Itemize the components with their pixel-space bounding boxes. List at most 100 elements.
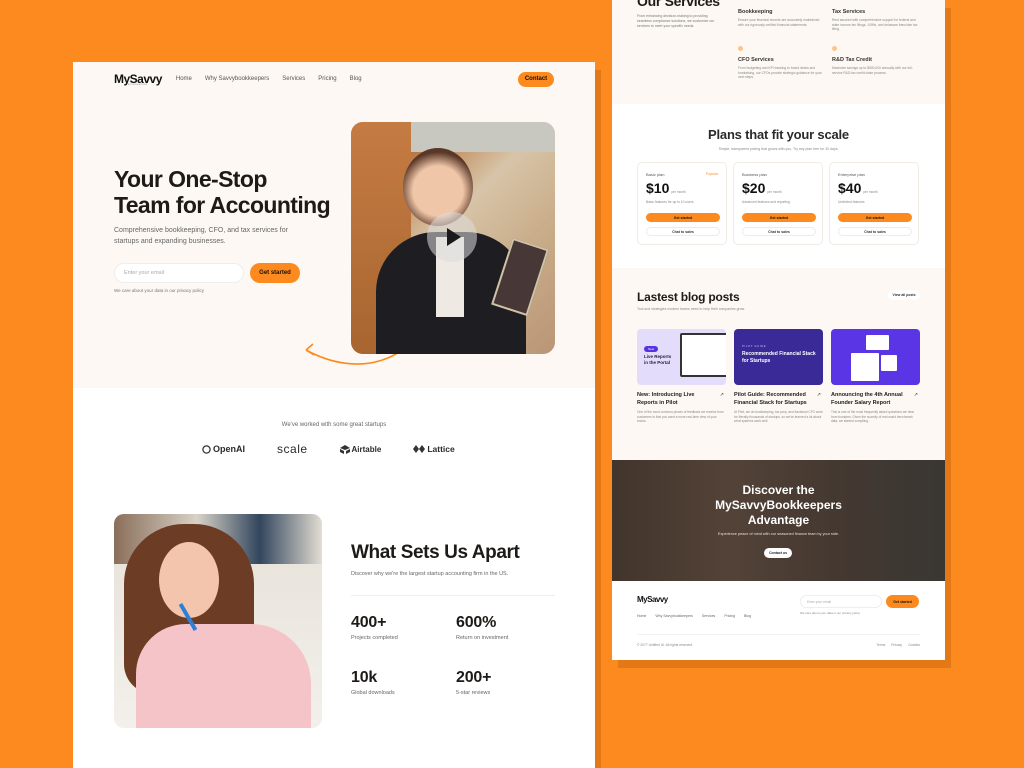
footer-link-pricing[interactable]: Pricing — [724, 614, 735, 618]
blog-post-image: PILOT GUIDE Recommended Financial Stack … — [734, 329, 823, 385]
blog-post-excerpt: One of the most common pieces of feedbac… — [637, 410, 724, 423]
plan-price: $20 per month — [742, 180, 782, 196]
service-item: Bookkeeping Ensure your financial records… — [738, 9, 826, 27]
footer-divider — [637, 634, 920, 635]
footer-logo[interactable]: MySavvy — [637, 595, 668, 604]
footer-get-started-button[interactable]: Get started — [886, 595, 919, 608]
logo-airtable-text: Airtable — [351, 444, 382, 454]
nav-why[interactable]: Why Savvybookkeepers — [205, 76, 269, 82]
image-kicker: PILOT GUIDE — [742, 344, 767, 348]
footer-link-home[interactable]: Home — [637, 614, 646, 618]
donut-chart-card — [881, 355, 897, 371]
stat-value: 200+ — [456, 669, 492, 686]
plan-feature: Unlimited features — [838, 200, 865, 204]
footer-link-services[interactable]: Services — [702, 614, 715, 618]
plan-chat-button[interactable]: Chat to sales — [742, 227, 816, 236]
partners-caption: We've worked with some great startups — [281, 422, 387, 428]
service-text: From budgeting and KPI tracking to board… — [738, 66, 822, 79]
plan-chat-button[interactable]: Chat to sales — [838, 227, 912, 236]
nav-services[interactable]: Services — [282, 76, 305, 82]
stat-value: 10k — [351, 669, 378, 686]
stat-label: 5-star reviews — [456, 690, 491, 696]
arrow-up-right-icon[interactable]: ↗ — [817, 392, 821, 398]
nav-pricing[interactable]: Pricing — [318, 76, 336, 82]
apart-title: What Sets Us Apart — [351, 542, 520, 563]
brand-logo[interactable]: MySavvy BOOKKEEPERS — [114, 72, 162, 86]
play-icon[interactable] — [427, 212, 477, 262]
blog-post[interactable]: Announcing the 4th Annual Founder Salary… — [831, 329, 920, 424]
bar-chart-card — [851, 353, 879, 381]
footer-privacy-note: We care about your data in our privacy p… — [800, 611, 860, 615]
blog-post-title[interactable]: Announcing the 4th Annual Founder Salary… — [831, 392, 909, 407]
plan-name: Business plan — [742, 172, 767, 177]
plan-card-basic: Basic plan Popular $10 per month Basic fe… — [637, 162, 727, 245]
plan-price: $40 per month — [838, 180, 878, 196]
blog-post[interactable]: PILOT GUIDE Recommended Financial Stack … — [734, 329, 823, 424]
top-nav: MySavvy BOOKKEEPERS Home Why Savvybookkee… — [73, 62, 595, 96]
footer: MySavvy Home Why Savvybookkeepers Servic… — [612, 581, 945, 660]
service-item: Tax Services Rest assured with comprehens… — [832, 9, 920, 32]
pricing-description: Simple, transparent pricing that grows w… — [718, 147, 839, 151]
service-icon — [832, 46, 837, 51]
contact-button[interactable]: Contact — [518, 71, 554, 87]
stat-label: Global downloads — [351, 690, 395, 696]
hero-video-thumbnail[interactable] — [351, 122, 555, 354]
blog-post-title[interactable]: Pilot Guide: Recommended Financial Stack… — [734, 392, 812, 407]
blog-title: Lastest blog posts — [637, 290, 740, 304]
footer-link-why[interactable]: Why Savvybookkeepers — [655, 614, 693, 618]
plan-feature: Basic features for up to 10 users — [646, 200, 694, 204]
stat-value: 400+ — [351, 614, 387, 631]
services-section: Our Services From enhancing decision-mak… — [612, 0, 945, 104]
hero-get-started-button[interactable]: Get started — [250, 263, 300, 283]
plan-name: Basic plan — [646, 172, 665, 177]
view-all-posts-button[interactable]: View all posts — [888, 290, 920, 300]
brand-tagline: BOOKKEEPERS — [128, 84, 148, 86]
plan-get-started-button[interactable]: Get started — [646, 213, 720, 222]
footer-link-blog[interactable]: Blog — [744, 614, 751, 618]
plan-price-value: $20 — [742, 180, 766, 196]
plan-period: per month — [863, 190, 878, 194]
legal-links: Terms Privacy Cookies — [876, 643, 920, 647]
service-title: R&D Tax Credit — [832, 57, 872, 63]
plan-price-value: $40 — [838, 180, 862, 196]
plan-get-started-button[interactable]: Get started — [742, 213, 816, 222]
hero-email-input[interactable]: Enter your email — [114, 263, 244, 283]
cta-title-line2: MySavvyBookkeepers — [715, 498, 842, 512]
map-card — [866, 335, 889, 350]
blog-post-title[interactable]: New: Introducing Live Reports in Pilot — [637, 392, 715, 407]
cta-banner: Discover the MySavvyBookkeepers Advantage … — [612, 460, 945, 581]
hero-title: Your One-Stop Team for Accounting — [114, 166, 331, 218]
plan-chat-button[interactable]: Chat to sales — [646, 227, 720, 236]
plan-get-started-button[interactable]: Get started — [838, 213, 912, 222]
hero-title-line1: Your One-Stop — [114, 166, 267, 192]
stat-item: 200+ 5-star reviews — [456, 669, 491, 696]
pricing-section: Plans that fit your scale Simple, transp… — [612, 104, 945, 268]
blog-post[interactable]: New Live Reports in the Portal New: Intr… — [637, 329, 726, 424]
arrow-up-right-icon[interactable]: ↗ — [914, 392, 918, 398]
services-title: Our Services — [637, 0, 720, 9]
services-description: From enhancing decision-making to provid… — [637, 14, 715, 28]
service-text: Maximize savings up to $500,000 annually… — [832, 66, 913, 75]
arrow-up-right-icon[interactable]: ↗ — [720, 392, 724, 398]
terms-link[interactable]: Terms — [876, 643, 885, 647]
cta-title-line3: Advantage — [747, 513, 810, 527]
divider — [351, 595, 555, 596]
nav-home[interactable]: Home — [176, 76, 192, 82]
image-caption: Recommended Financial Stack for Startups — [742, 351, 816, 364]
service-text: Ensure your financial records are accura… — [738, 18, 820, 27]
nav-blog[interactable]: Blog — [350, 76, 362, 82]
privacy-link[interactable]: Privacy — [891, 643, 902, 647]
cta-title-line1: Discover the — [742, 483, 815, 497]
contact-us-button[interactable]: Contact us — [764, 548, 792, 558]
stat-value: 600% — [456, 614, 497, 631]
stat-item: 10k Global downloads — [351, 669, 395, 696]
logo-openai-text: OpenAI — [213, 444, 246, 454]
new-badge: New — [644, 346, 659, 352]
hero-description: Comprehensive bookkeeping, CFO, and tax … — [114, 227, 288, 245]
footer-email-input[interactable]: Enter your email — [800, 595, 882, 608]
cookies-link[interactable]: Cookies — [908, 643, 920, 647]
pricing-title: Plans that fit your scale — [708, 127, 849, 142]
stat-item: 600% Return on investment — [456, 614, 508, 641]
apart-description: Discover why we're the largest startup a… — [351, 571, 509, 577]
plan-card-business: Business plan $20 per month Advanced feat… — [733, 162, 823, 245]
